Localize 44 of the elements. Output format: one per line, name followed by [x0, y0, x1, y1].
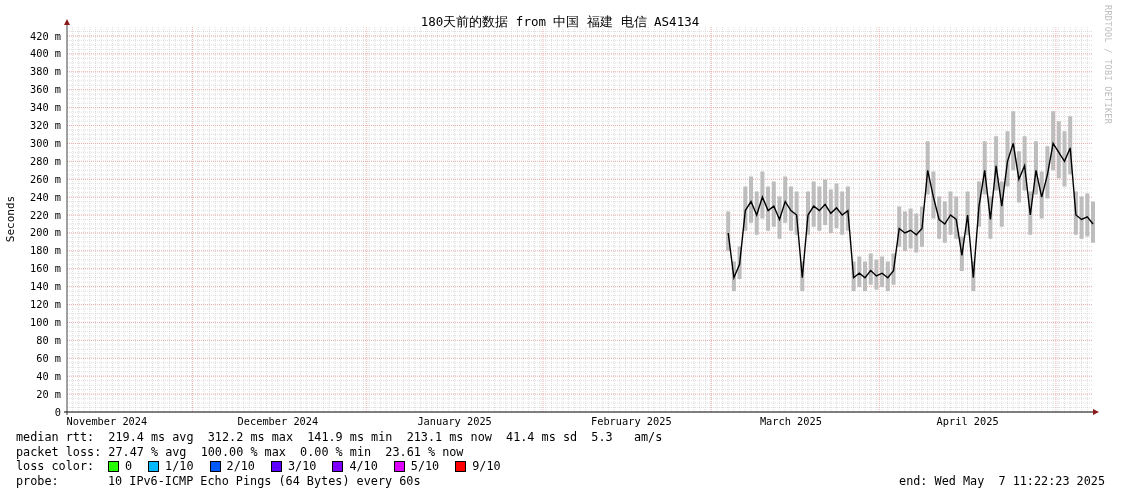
- y-tick-label: 280 m: [30, 154, 61, 167]
- y-tick-label: 420 m: [30, 29, 61, 42]
- x-tick-label: April 2025: [936, 415, 999, 427]
- loss-color-label: loss color:: [16, 459, 96, 474]
- loss-color-text: 1/10: [165, 459, 194, 474]
- probe-label: probe:: [16, 473, 60, 488]
- x-tick-label: December 2024: [237, 415, 319, 427]
- y-tick-label: 300 m: [30, 136, 61, 149]
- probe-text: 10 IPv6-ICMP Echo Pings (64 Bytes) every 60s: [108, 473, 421, 488]
- y-tick-label: 40 m: [36, 369, 61, 382]
- y-tick-label: 60 m: [36, 351, 61, 364]
- y-tick-label: 0: [54, 405, 61, 418]
- loss-color-text: 3/10: [287, 459, 317, 474]
- x-tick-label: November 2024: [66, 415, 148, 427]
- y-tick-label: 120 m: [30, 298, 61, 311]
- y-tick-label: 140 m: [30, 280, 61, 293]
- packet-loss-stats: packet loss: 27.47 % avg 100.00 % max 0.00 % min 23.61 % now: [16, 444, 464, 459]
- y-tick-label: 220 m: [30, 208, 61, 221]
- loss-color-text: 2/10: [226, 459, 255, 474]
- y-tick-label: 80 m: [36, 333, 61, 346]
- y-tick-label: 380 m: [30, 65, 61, 78]
- y-axis-label: Seconds: [4, 195, 17, 243]
- end-time: end: Wed May 7 11:22:23 2025: [899, 473, 1105, 488]
- y-tick-label: 180 m: [30, 244, 61, 257]
- x-tick-label: January 2025: [417, 415, 492, 427]
- y-tick-label: 360 m: [30, 83, 61, 96]
- y-tick-label: 320 m: [30, 119, 61, 131]
- loss-color-text: 4/10: [349, 459, 378, 474]
- y-tick-label: 240 m: [30, 190, 61, 203]
- y-tick-label: 20 m: [36, 387, 61, 400]
- x-tick-label: March 2025: [759, 415, 822, 427]
- loss-color-text: 9/10: [472, 459, 501, 474]
- y-tick-label: 340 m: [30, 101, 61, 114]
- y-tick-label: 160 m: [30, 262, 61, 275]
- y-tick-label: 100 m: [30, 316, 61, 328]
- median-rtt-stats: median rtt: 219.4 ms avg 312.2 ms max 141.9 ms min 213.1 ms now 41.4 ms sd 5.3 am/s: [16, 430, 663, 445]
- loss-color-text: 0: [125, 459, 133, 474]
- y-tick-label: 260 m: [30, 172, 61, 185]
- y-tick-label: 400 m: [30, 47, 61, 60]
- x-tick-label: February 2025: [591, 415, 672, 427]
- chart-title: 180天前的数据 from 中国 福建 电信 AS4134: [420, 14, 700, 29]
- y-tick-label: 200 m: [30, 226, 61, 239]
- graph-credit: RRDTOOL / TOBI OETIKER: [1103, 5, 1113, 125]
- loss-color-text: 5/10: [410, 459, 440, 474]
